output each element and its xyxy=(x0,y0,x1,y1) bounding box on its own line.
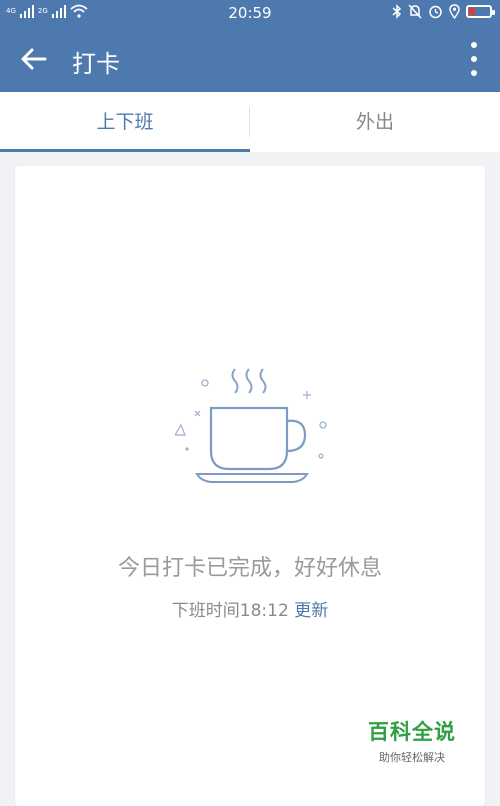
watermark-subtitle: 助你轻松解决 xyxy=(379,751,445,764)
status-icons xyxy=(392,4,495,19)
tab-commute[interactable]: 上下班 xyxy=(0,92,250,152)
tab-outing[interactable]: 外出 xyxy=(250,92,500,152)
status-card: 今日打卡已完成，好好休息 下班时间18:12 更新 xyxy=(15,166,485,806)
location-icon xyxy=(449,4,460,19)
status-bar: 4G 2G 20:59 xyxy=(0,0,500,26)
alarm-icon xyxy=(429,5,442,19)
off-time-value: 18:12 xyxy=(239,601,289,621)
more-options-icon[interactable] xyxy=(468,42,480,76)
mute-icon xyxy=(408,4,422,19)
back-arrow-icon[interactable] xyxy=(18,43,50,75)
tab-divider xyxy=(249,107,250,137)
off-time-row: 下班时间18:12 更新 xyxy=(15,596,485,621)
completion-message: 今日打卡已完成，好好休息 xyxy=(117,556,382,581)
battery-level xyxy=(469,8,475,15)
coffee-cup-icon xyxy=(175,368,327,483)
page-title: 打卡 xyxy=(72,50,120,78)
tab-bar: 上下班 外出 xyxy=(0,92,500,152)
watermark-title: 百科全说 xyxy=(368,720,456,744)
watermark-logo: 百科全说 助你轻松解决 xyxy=(362,716,462,765)
bluetooth-icon xyxy=(392,4,402,19)
battery-icon xyxy=(466,5,495,18)
off-time-label: 下班时间 xyxy=(171,601,240,621)
app-bar: 打卡 xyxy=(0,26,500,92)
update-link[interactable]: 更新 xyxy=(294,601,328,621)
